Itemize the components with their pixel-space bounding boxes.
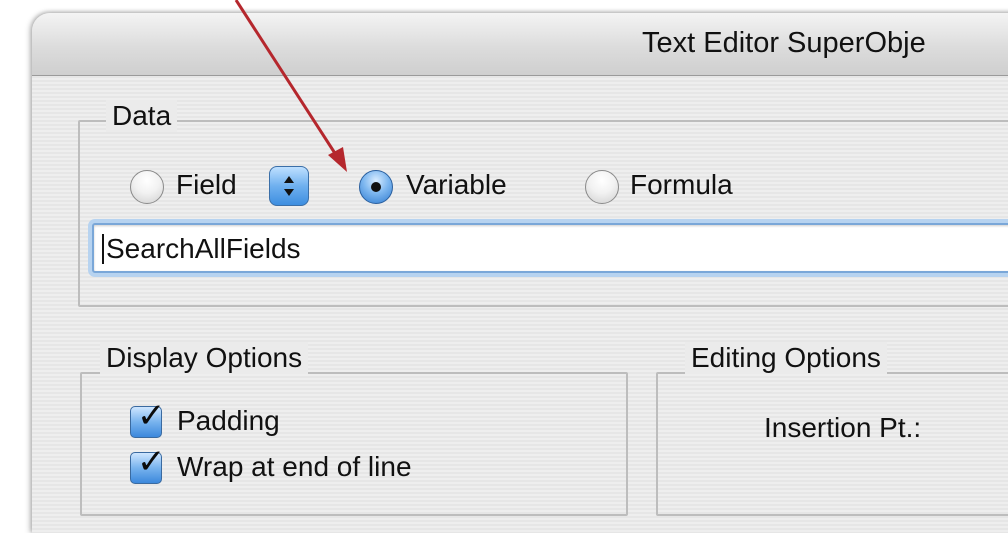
- arrow-head: [328, 147, 347, 172]
- arrow-shaft: [234, 0, 340, 159]
- annotation-arrow-icon: [234, 0, 347, 172]
